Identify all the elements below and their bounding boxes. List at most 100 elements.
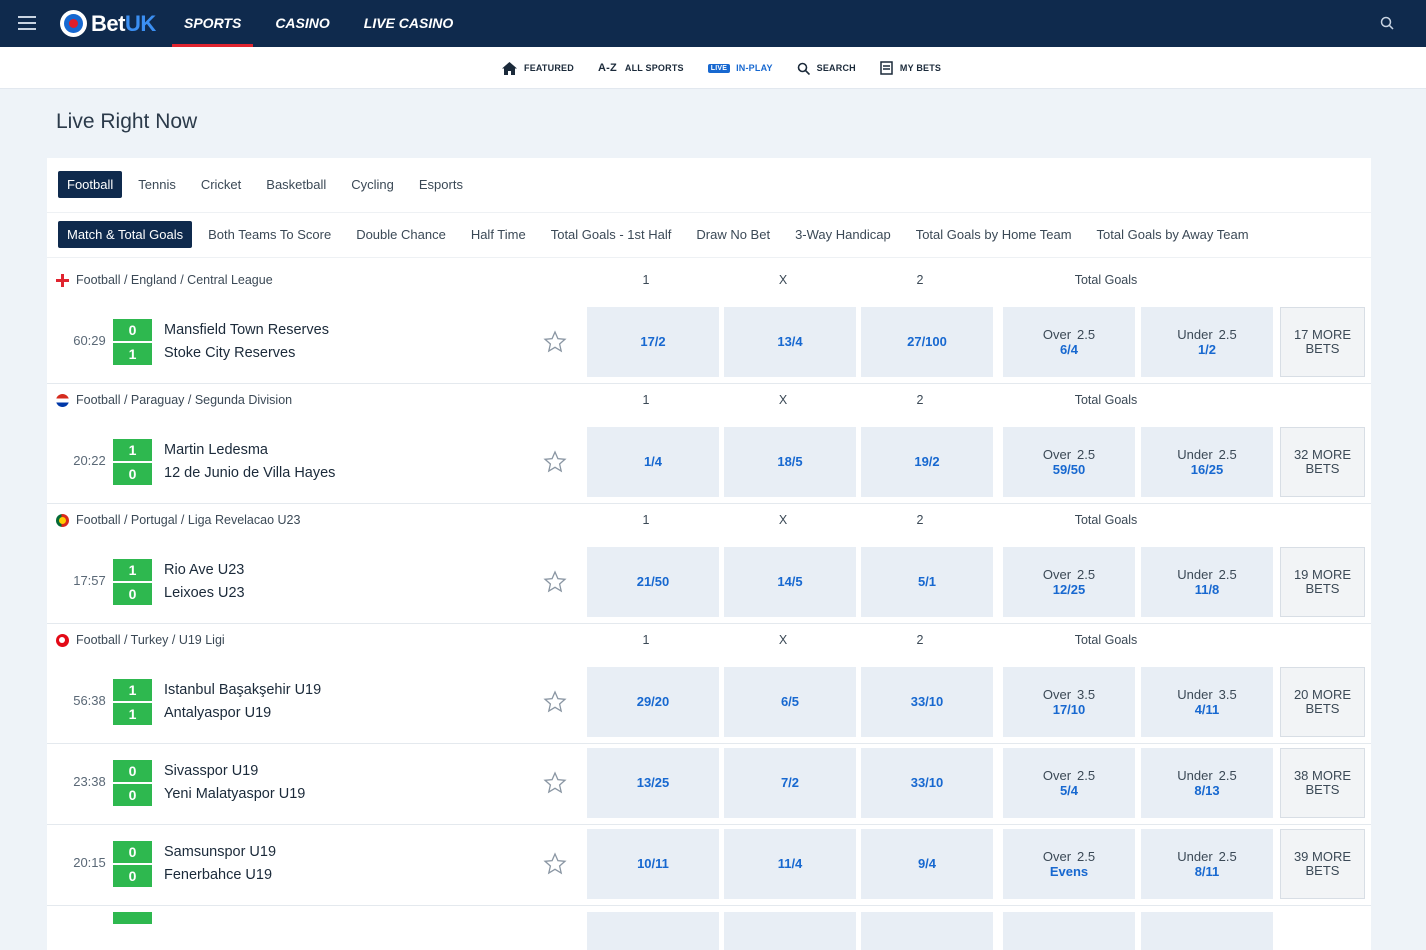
subnav-search[interactable]: SEARCH: [797, 62, 856, 75]
odds-button[interactable]: [1141, 912, 1273, 950]
subnav-featured[interactable]: FEATURED: [502, 61, 574, 75]
under-odds-button[interactable]: Under 3.5 4/11: [1141, 667, 1273, 737]
league-header: Football / England / Central League 1 X 2 To…: [47, 265, 1371, 295]
odds-button[interactable]: [724, 912, 856, 950]
favourite-star-icon[interactable]: [543, 570, 567, 594]
logo-roundel-icon: [60, 10, 87, 37]
away-odds-button[interactable]: 33/10: [861, 748, 993, 818]
league-name[interactable]: Football / Paraguay / Segunda Division: [76, 393, 292, 407]
odds-price: 1/4: [643, 454, 663, 469]
league-name[interactable]: Football / Portugal / Liga Revelacao U23: [76, 513, 300, 527]
market-tab-total-goals-home[interactable]: Total Goals by Home Team: [907, 221, 1081, 248]
tab-tennis[interactable]: Tennis: [129, 171, 185, 198]
teams[interactable]: Sivasspor U19 Yeni Malatyaspor U19: [164, 760, 305, 806]
favourite-star-icon[interactable]: [543, 450, 567, 474]
away-odds-button[interactable]: 9/4: [861, 829, 993, 899]
teams[interactable]: Samsunspor U19 Fenerbahce U19: [164, 841, 276, 887]
under-text: Under: [1177, 768, 1213, 783]
market-tab-draw-no-bet[interactable]: Draw No Bet: [687, 221, 779, 248]
under-odds-button[interactable]: Under 2.5 1/2: [1141, 307, 1273, 377]
more-bets-button[interactable]: 20 MORE BETS: [1280, 667, 1365, 737]
league-name[interactable]: Football / Turkey / U19 Ligi: [76, 633, 225, 647]
favourite-star-icon[interactable]: [543, 690, 567, 714]
under-odds-button[interactable]: Under 2.5 16/25: [1141, 427, 1273, 497]
over-odds-button[interactable]: Over 2.5 5/4: [1003, 748, 1135, 818]
market-tab-match-total-goals[interactable]: Match & Total Goals: [58, 221, 193, 248]
draw-odds-button[interactable]: 14/5: [724, 547, 856, 617]
over-odds-button[interactable]: Over 2.5 6/4: [1003, 307, 1135, 377]
favourite-star-icon[interactable]: [543, 852, 567, 876]
home-odds-button[interactable]: 29/20: [587, 667, 719, 737]
market-tab-total-goals-away[interactable]: Total Goals by Away Team: [1088, 221, 1258, 248]
under-line: 2.5: [1218, 567, 1237, 582]
tab-basketball[interactable]: Basketball: [257, 171, 335, 198]
tab-cricket[interactable]: Cricket: [192, 171, 250, 198]
under-odds-button[interactable]: Under 2.5 8/13: [1141, 748, 1273, 818]
market-tab-half-time[interactable]: Half Time: [462, 221, 535, 248]
home-odds-button[interactable]: 1/4: [587, 427, 719, 497]
home-odds-button[interactable]: 10/11: [587, 829, 719, 899]
away-team-name: Stoke City Reserves: [164, 345, 296, 361]
nav-casino[interactable]: CASINO: [263, 0, 341, 47]
odds-button[interactable]: [1003, 912, 1135, 950]
draw-odds-button[interactable]: 6/5: [724, 667, 856, 737]
draw-odds-button[interactable]: 11/4: [724, 829, 856, 899]
az-icon: A-Z: [597, 62, 617, 74]
home-odds-button[interactable]: 17/2: [587, 307, 719, 377]
under-odds-button[interactable]: Under 2.5 8/11: [1141, 829, 1273, 899]
teams[interactable]: Istanbul Başakşehir U19 Antalyaspor U19: [164, 679, 321, 725]
subnav-in-play[interactable]: LIVE IN-PLAY: [707, 63, 773, 73]
over-odds-button[interactable]: Over 3.5 17/10: [1003, 667, 1135, 737]
over-odds-button[interactable]: Over 2.5 12/25: [1003, 547, 1135, 617]
tab-esports[interactable]: Esports: [410, 171, 472, 198]
tab-cycling[interactable]: Cycling: [342, 171, 403, 198]
league-name[interactable]: Football / England / Central League: [76, 273, 273, 287]
home-odds-button[interactable]: 21/50: [587, 547, 719, 617]
nav-live-casino[interactable]: LIVE CASINO: [352, 0, 465, 47]
draw-odds-button[interactable]: 7/2: [724, 748, 856, 818]
more-bets-button[interactable]: 19 MORE BETS: [1280, 547, 1365, 617]
under-odds-button[interactable]: Under 2.5 11/8: [1141, 547, 1273, 617]
logo-text: BetUK: [91, 10, 156, 36]
subnav-all-sports[interactable]: A-Z ALL SPORTS: [598, 62, 684, 74]
odds-button[interactable]: [587, 912, 719, 950]
over-odds-button[interactable]: Over 2.5 Evens: [1003, 829, 1135, 899]
teams[interactable]: Rio Ave U23 Leixoes U23: [164, 559, 245, 605]
more-bets-button[interactable]: 39 MORE BETS: [1280, 829, 1365, 899]
more-bets-button[interactable]: 17 MORE BETS: [1280, 307, 1365, 377]
market-tab-double-chance[interactable]: Double Chance: [347, 221, 455, 248]
betuk-logo[interactable]: BetUK: [60, 10, 156, 37]
score-cell: [113, 912, 152, 924]
away-score: 0: [113, 583, 152, 605]
home-odds-button[interactable]: 13/25: [587, 748, 719, 818]
teams[interactable]: Martin Ledesma 12 de Junio de Villa Hayes: [164, 439, 335, 485]
odds-button[interactable]: [861, 912, 993, 950]
away-odds-button[interactable]: 5/1: [861, 547, 993, 617]
market-tab-btts[interactable]: Both Teams To Score: [199, 221, 340, 248]
over-label: Over 2.5: [1003, 327, 1135, 342]
away-odds-button[interactable]: 27/100: [861, 307, 993, 377]
teams[interactable]: Mansfield Town Reserves Stoke City Reserv…: [164, 319, 329, 365]
favourite-star-icon[interactable]: [543, 330, 567, 354]
match-clock: 56:38: [73, 693, 106, 708]
event-row: 23:38 0 0 Sivasspor U19 Yeni Malatyaspor U19…: [47, 748, 1371, 818]
scoreboard: 00: [113, 841, 152, 887]
market-tab-3-way-handicap[interactable]: 3-Way Handicap: [786, 221, 900, 248]
away-odds-button[interactable]: 33/10: [861, 667, 993, 737]
more-bets-button[interactable]: 32 MORE BETS: [1280, 427, 1365, 497]
away-odds-button[interactable]: 19/2: [861, 427, 993, 497]
draw-odds-button[interactable]: 18/5: [724, 427, 856, 497]
over-text: Over: [1042, 849, 1072, 864]
odds-price: 18/5: [777, 454, 803, 469]
over-odds-button[interactable]: Over 2.5 59/50: [1003, 427, 1135, 497]
search-icon[interactable]: [1380, 16, 1394, 30]
subnav-my-bets[interactable]: MY BETS: [880, 61, 941, 75]
nav-sports[interactable]: SPORTS: [172, 0, 254, 47]
over-label: Over 2.5: [1003, 567, 1135, 582]
draw-odds-button[interactable]: 13/4: [724, 307, 856, 377]
favourite-star-icon[interactable]: [543, 771, 567, 795]
hamburger-menu-icon[interactable]: [18, 16, 36, 30]
more-bets-button[interactable]: 38 MORE BETS: [1280, 748, 1365, 818]
tab-football[interactable]: Football: [58, 171, 123, 198]
market-tab-total-goals-1st-half[interactable]: Total Goals - 1st Half: [542, 221, 681, 248]
